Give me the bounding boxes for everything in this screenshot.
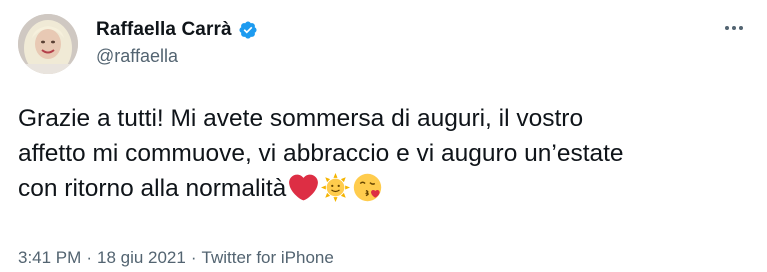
avatar[interactable] <box>18 14 78 74</box>
more-options-icon[interactable] <box>719 16 749 40</box>
tweet-source[interactable]: Twitter for iPhone <box>202 248 334 267</box>
tweet-text: Grazie a tutti! Mi avete sommersa di aug… <box>18 101 738 206</box>
tweet-text-line: affetto mi commuove, vi abbraccio e vi a… <box>18 140 624 167</box>
tweet-card: Raffaella Carrà @raffaella Grazie a tutt… <box>0 0 767 272</box>
display-name-row: Raffaella Carrà <box>96 18 258 42</box>
tweet-header: Raffaella Carrà @raffaella <box>18 10 749 76</box>
meta-separator: · <box>86 248 92 267</box>
display-name[interactable]: Raffaella Carrà <box>96 19 232 41</box>
verified-badge-icon <box>238 20 258 40</box>
tweet-text-line: Grazie a tutti! Mi avete sommersa di aug… <box>18 105 584 132</box>
meta-separator: · <box>190 248 197 267</box>
face-blowing-kiss-icon <box>353 173 382 202</box>
tweet-text-line-last: con ritorno alla normalità <box>18 171 738 206</box>
user-names: Raffaella Carrà @raffaella <box>96 18 258 67</box>
sun-with-face-icon <box>321 173 351 202</box>
user-handle[interactable]: @raffaella <box>96 46 258 67</box>
tweet-time[interactable]: 3:41 PM <box>18 248 81 267</box>
tweet-meta: 3:41 PM · 18 giu 2021 · Twitter for iPhone <box>18 248 334 268</box>
tweet-date[interactable]: 18 giu 2021 <box>97 248 186 267</box>
red-heart-icon <box>289 173 319 202</box>
tweet-text-line-content: con ritorno alla normalità <box>18 175 287 202</box>
